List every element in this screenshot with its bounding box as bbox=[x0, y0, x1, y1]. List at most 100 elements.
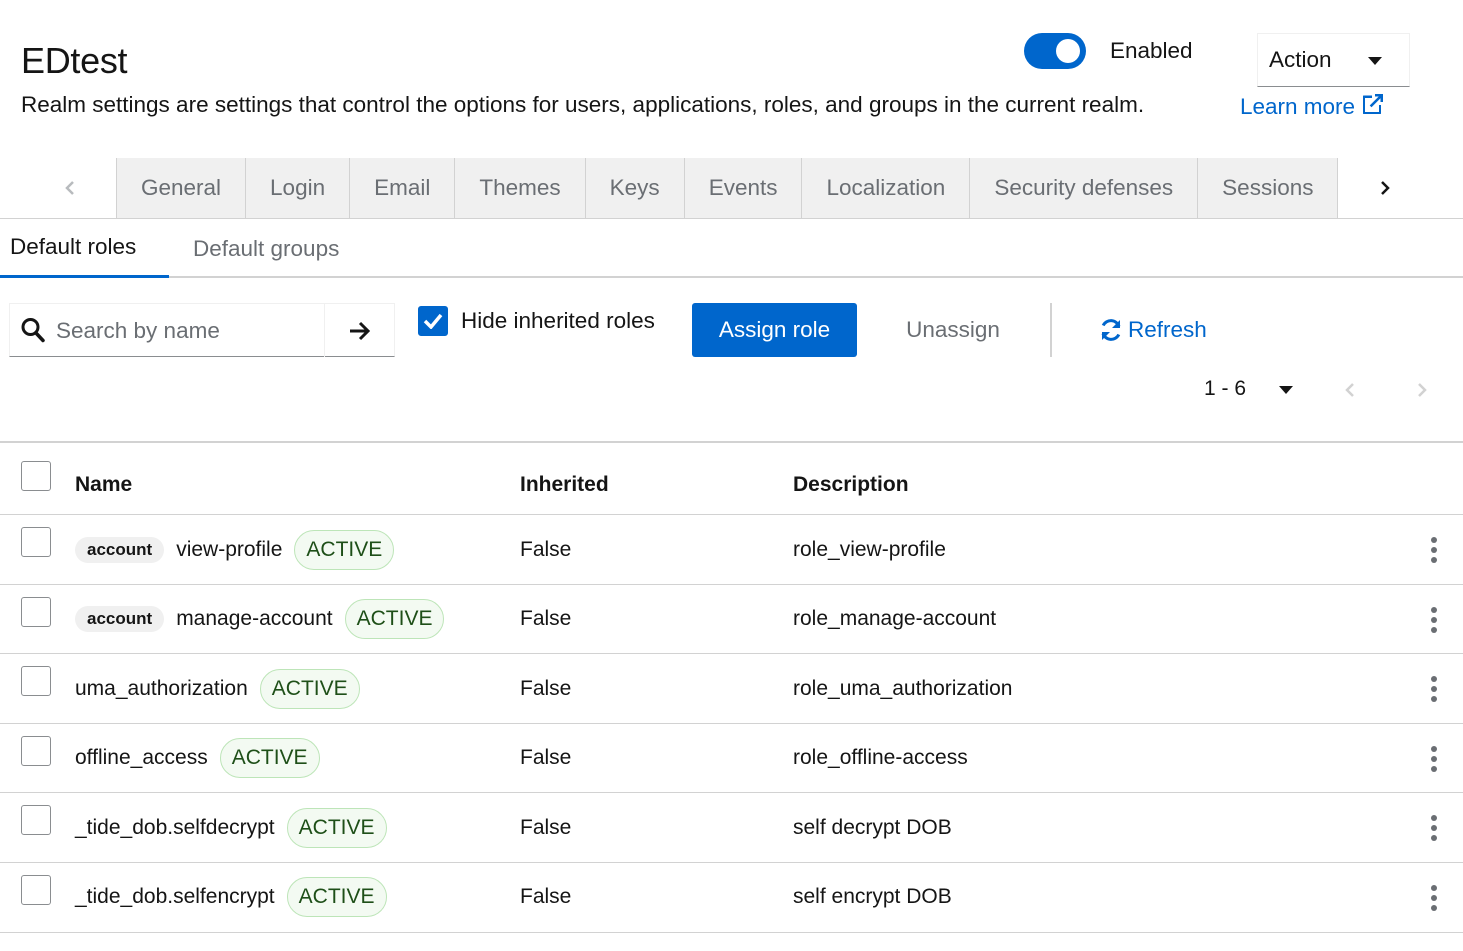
pagination: 1 - 6 bbox=[1190, 370, 1450, 410]
chevron-right-icon bbox=[1418, 383, 1427, 397]
unassign-button[interactable]: Unassign bbox=[880, 303, 1026, 357]
role-name: manage-account bbox=[176, 607, 333, 631]
search-input[interactable] bbox=[56, 312, 324, 350]
role-name: _tide_dob.selfencrypt bbox=[75, 885, 275, 909]
role-name: _tide_dob.selfdecrypt bbox=[75, 815, 275, 839]
row-checkbox[interactable] bbox=[21, 527, 51, 557]
assign-role-button[interactable]: Assign role bbox=[692, 303, 857, 357]
search-box bbox=[9, 303, 395, 357]
kebab-icon[interactable] bbox=[1420, 535, 1448, 565]
row-checkbox[interactable] bbox=[21, 874, 51, 905]
row-checkbox[interactable] bbox=[21, 805, 51, 836]
arrow-right-icon bbox=[350, 321, 371, 340]
hide-inherited-roles[interactable]: Hide inherited roles bbox=[418, 306, 655, 336]
kebab-icon[interactable] bbox=[1420, 605, 1448, 635]
tab-keys[interactable]: Keys bbox=[584, 158, 684, 218]
role-name: offline_access bbox=[75, 746, 208, 770]
learn-more-link[interactable]: Learn more bbox=[1240, 92, 1385, 122]
tab-themes[interactable]: Themes bbox=[454, 158, 585, 218]
row-checkbox[interactable] bbox=[21, 666, 51, 697]
chevron-left-icon bbox=[1345, 383, 1354, 397]
pagination-range: 1 - 6 bbox=[1204, 377, 1247, 400]
status-badge: ACTIVE bbox=[219, 738, 320, 779]
role-name-cell: _tide_dob.selfdecrypt ACTIVE bbox=[75, 793, 387, 862]
tab-email[interactable]: Email bbox=[349, 158, 455, 218]
check-icon bbox=[423, 313, 443, 329]
column-header-description: Description bbox=[793, 473, 909, 496]
kebab-icon[interactable] bbox=[1420, 674, 1448, 704]
search-submit-button[interactable] bbox=[324, 304, 395, 357]
table-row: account manage-account ACTIVE False role… bbox=[0, 585, 1463, 655]
toolbar-divider bbox=[1050, 303, 1052, 357]
hide-inherited-checkbox[interactable] bbox=[418, 306, 448, 336]
learn-more-label: Learn more bbox=[1240, 94, 1356, 119]
caret-down-icon bbox=[1279, 386, 1293, 394]
subtab-default-roles[interactable]: Default roles bbox=[0, 219, 169, 278]
page-subtitle: Realm settings are settings that control… bbox=[21, 92, 1145, 117]
inherited-cell: False bbox=[520, 815, 572, 839]
role-name-cell: uma_authorization ACTIVE bbox=[75, 654, 360, 723]
role-name-cell: _tide_dob.selfencrypt ACTIVE bbox=[75, 863, 387, 932]
client-badge: account bbox=[75, 536, 165, 563]
row-checkbox[interactable] bbox=[21, 735, 51, 766]
client-badge: account bbox=[75, 606, 165, 633]
description-cell: self encrypt DOB bbox=[793, 885, 952, 909]
previous-page-button[interactable] bbox=[1335, 376, 1365, 404]
role-name-cell: account manage-account ACTIVE bbox=[75, 585, 445, 654]
kebab-icon[interactable] bbox=[1420, 883, 1448, 913]
table-row: uma_authorization ACTIVE False role_uma_… bbox=[0, 654, 1463, 724]
tab-events[interactable]: Events bbox=[683, 158, 802, 218]
tab-login[interactable]: Login bbox=[245, 158, 350, 218]
realm-tabs: General Login Email Themes Keys Events L… bbox=[0, 158, 1463, 219]
status-badge: ACTIVE bbox=[286, 807, 387, 848]
toggle-knob bbox=[1056, 39, 1080, 63]
table-row: _tide_dob.selfencrypt ACTIVE False self … bbox=[0, 863, 1463, 933]
chevron-left-icon bbox=[65, 181, 74, 195]
table-row: offline_access ACTIVE False role_offline… bbox=[0, 724, 1463, 794]
description-cell: role_view-profile bbox=[793, 537, 946, 561]
column-header-inherited: Inherited bbox=[520, 473, 609, 496]
subtab-default-groups[interactable]: Default groups bbox=[193, 219, 339, 278]
status-badge: ACTIVE bbox=[344, 599, 445, 640]
user-registration-subtabs: Default roles Default groups bbox=[0, 219, 1463, 278]
tab-general[interactable]: General bbox=[116, 158, 246, 218]
refresh-button[interactable]: Refresh bbox=[1098, 303, 1207, 357]
page-title: EDtest bbox=[21, 40, 128, 81]
caret-down-icon bbox=[1368, 57, 1382, 65]
action-dropdown[interactable]: Action bbox=[1257, 33, 1410, 87]
status-badge: ACTIVE bbox=[294, 529, 395, 570]
description-cell: role_manage-account bbox=[793, 607, 997, 631]
select-all-checkbox[interactable] bbox=[21, 461, 51, 491]
status-badge: ACTIVE bbox=[286, 877, 387, 918]
roles-table: Name Inherited Description account view-… bbox=[0, 441, 1463, 933]
tab-sessions[interactable]: Sessions bbox=[1197, 158, 1338, 218]
search-icon bbox=[20, 316, 46, 349]
column-header-name: Name bbox=[75, 473, 133, 496]
hide-inherited-label: Hide inherited roles bbox=[461, 308, 655, 333]
refresh-icon bbox=[1101, 319, 1121, 341]
scroll-left-button[interactable] bbox=[30, 158, 110, 218]
kebab-icon[interactable] bbox=[1420, 813, 1448, 843]
tab-security-defenses[interactable]: Security defenses bbox=[969, 158, 1198, 218]
table-row: _tide_dob.selfdecrypt ACTIVE False self … bbox=[0, 793, 1463, 863]
scroll-right-button[interactable] bbox=[1340, 158, 1430, 218]
role-name: view-profile bbox=[176, 537, 283, 561]
role-name: uma_authorization bbox=[75, 676, 248, 700]
inherited-cell: False bbox=[520, 885, 572, 909]
description-cell: role_uma_authorization bbox=[793, 676, 1013, 700]
inherited-cell: False bbox=[520, 607, 572, 631]
next-page-button[interactable] bbox=[1407, 376, 1437, 404]
enabled-label: Enabled bbox=[1110, 38, 1193, 63]
description-cell: role_offline-access bbox=[793, 746, 968, 770]
kebab-icon[interactable] bbox=[1420, 744, 1448, 774]
tab-list: General Login Email Themes Keys Events L… bbox=[116, 158, 1338, 218]
action-label: Action bbox=[1269, 47, 1332, 72]
table-header: Name Inherited Description bbox=[0, 443, 1463, 515]
external-link-icon bbox=[1361, 92, 1385, 122]
enabled-toggle[interactable] bbox=[1024, 33, 1086, 69]
per-page-toggle[interactable] bbox=[1272, 377, 1300, 403]
description-cell: self decrypt DOB bbox=[793, 815, 952, 839]
row-checkbox[interactable] bbox=[21, 596, 51, 627]
role-name-cell: account view-profile ACTIVE bbox=[75, 515, 395, 584]
tab-localization[interactable]: Localization bbox=[801, 158, 970, 218]
